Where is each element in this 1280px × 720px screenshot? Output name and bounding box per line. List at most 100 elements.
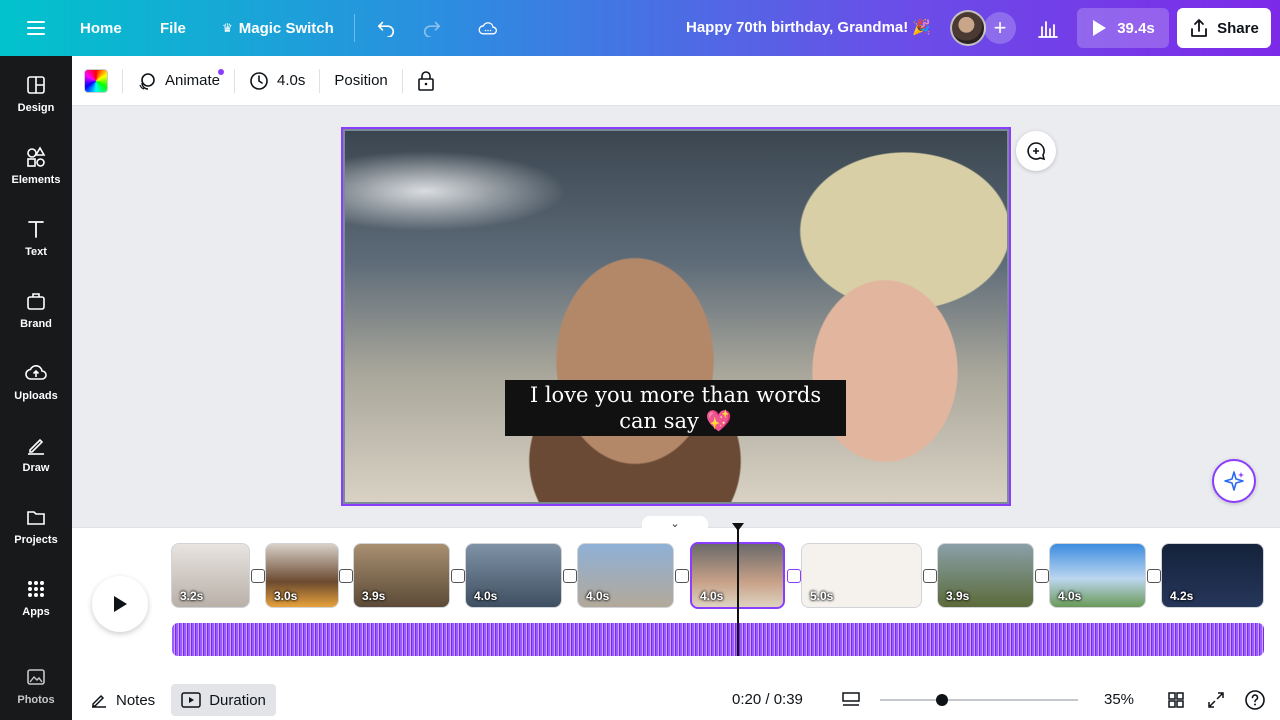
home-button[interactable]: Home xyxy=(70,8,132,48)
avatar[interactable] xyxy=(950,10,986,46)
timeline-clip[interactable]: 3.9s xyxy=(937,543,1034,608)
timeline-clip[interactable]: 4.2s xyxy=(1161,543,1264,608)
transition-button[interactable] xyxy=(675,569,689,583)
magic-switch-label: Magic Switch xyxy=(238,19,334,37)
color-swatch xyxy=(84,68,108,93)
notes-button[interactable]: Notes xyxy=(80,684,165,716)
timing-label: 4.0s xyxy=(277,72,306,89)
text-icon xyxy=(28,221,44,238)
collapse-timeline-button[interactable]: ⌄ xyxy=(642,516,708,530)
left-sidebar: Design Elements Text Brand Uploads Draw … xyxy=(0,56,72,720)
bar-chart-icon xyxy=(1038,21,1058,38)
transition-button[interactable] xyxy=(339,569,353,583)
playback-time: 0:20 / 0:39 xyxy=(732,691,803,708)
design-page[interactable] xyxy=(341,127,1011,506)
play-preview-button[interactable]: 39.4s xyxy=(1077,8,1169,48)
cloud-icon xyxy=(478,22,497,35)
help-button[interactable] xyxy=(1243,688,1267,712)
cloud-upload-icon xyxy=(25,365,47,380)
menu-button[interactable] xyxy=(16,8,56,48)
sidebar-item-apps[interactable]: Apps xyxy=(0,564,72,632)
position-button[interactable]: Position xyxy=(324,63,397,99)
clip-duration: 3.9s xyxy=(946,589,970,603)
transition-button[interactable] xyxy=(923,569,937,583)
timeline-clip[interactable]: 4.0s xyxy=(465,543,562,608)
sidebar-item-design[interactable]: Design xyxy=(0,60,72,128)
zoom-slider-handle[interactable] xyxy=(936,694,948,706)
clock-icon xyxy=(250,71,268,90)
playhead-handle[interactable] xyxy=(731,522,745,532)
comment-plus-icon xyxy=(1027,142,1046,161)
timeline-clip[interactable]: 3.9s xyxy=(353,543,450,608)
clip-duration: 3.2s xyxy=(180,589,204,603)
transition-button[interactable] xyxy=(451,569,465,583)
divider xyxy=(234,68,236,93)
transition-button[interactable] xyxy=(251,569,265,583)
clip-duration: 4.2s xyxy=(1170,589,1194,603)
help-icon xyxy=(1245,690,1265,710)
design-title[interactable]: Happy 70th birthday, Grandma! 🎉 xyxy=(686,18,931,36)
magic-switch-button[interactable]: ♛ Magic Switch xyxy=(212,8,344,48)
redo-button[interactable] xyxy=(412,8,452,48)
timeline-clip[interactable]: 3.0s xyxy=(265,543,339,608)
undo-icon xyxy=(377,21,395,37)
insights-button[interactable] xyxy=(1028,8,1068,48)
transition-button[interactable] xyxy=(563,569,577,583)
undo-button[interactable] xyxy=(366,8,406,48)
sidebar-item-draw[interactable]: Draw xyxy=(0,420,72,488)
sidebar-item-uploads[interactable]: Uploads xyxy=(0,348,72,416)
expand-icon xyxy=(1208,692,1224,708)
animate-button[interactable]: Animate xyxy=(127,63,230,99)
timeline-play-button[interactable] xyxy=(92,576,148,632)
lock-icon xyxy=(417,70,434,91)
file-menu-button[interactable]: File xyxy=(150,8,196,48)
sidebar-item-label: Elements xyxy=(11,174,61,186)
play-icon xyxy=(1093,20,1107,36)
context-toolbar: Animate 4.0s Position xyxy=(72,56,1280,106)
transition-button[interactable] xyxy=(787,569,801,583)
new-indicator-dot xyxy=(218,68,225,75)
fullscreen-button[interactable] xyxy=(1204,688,1228,712)
add-collaborator-button[interactable]: + xyxy=(984,12,1016,44)
cloud-save-button[interactable] xyxy=(468,8,508,48)
redo-icon xyxy=(423,21,441,37)
transition-button[interactable] xyxy=(1035,569,1049,583)
zoom-level[interactable]: 35% xyxy=(1104,691,1134,708)
sidebar-item-label: Projects xyxy=(14,534,58,546)
zoom-slider[interactable] xyxy=(880,699,1078,701)
sidebar-item-brand[interactable]: Brand xyxy=(0,276,72,344)
animate-label: Animate xyxy=(165,72,221,89)
magic-assistant-button[interactable] xyxy=(1212,459,1256,503)
audio-track[interactable] xyxy=(172,623,1264,656)
share-button[interactable]: Share xyxy=(1177,8,1271,48)
share-icon xyxy=(1191,19,1208,37)
caption-text[interactable]: I love you more than words can say 💖 xyxy=(505,380,846,436)
sidebar-item-elements[interactable]: Elements xyxy=(0,132,72,200)
timeline-clip[interactable]: 3.2s xyxy=(171,543,250,608)
sidebar-item-projects[interactable]: Projects xyxy=(0,492,72,560)
view-mode-button[interactable] xyxy=(839,688,863,712)
sidebar-item-label: Design xyxy=(17,102,55,114)
playhead[interactable] xyxy=(737,524,739,656)
transition-button[interactable] xyxy=(1147,569,1161,583)
sidebar-item-label: Apps xyxy=(22,606,50,618)
sidebar-item-photos[interactable]: Photos xyxy=(0,652,72,720)
lock-button[interactable] xyxy=(407,63,445,99)
sidebar-item-label: Photos xyxy=(17,694,55,706)
notes-icon xyxy=(92,694,106,708)
sidebar-item-text[interactable]: Text xyxy=(0,204,72,272)
layout-icon xyxy=(27,76,45,94)
timeline-clip[interactable]: 4.0s xyxy=(577,543,674,608)
bottom-bar: Notes Duration xyxy=(72,684,1280,716)
timing-button[interactable]: 4.0s xyxy=(239,63,315,99)
background-photo[interactable] xyxy=(345,131,1007,502)
timeline-clip[interactable]: 4.0s xyxy=(1049,543,1146,608)
timeline-clip[interactable]: 5.0s xyxy=(801,543,922,608)
color-picker-button[interactable] xyxy=(74,63,118,99)
duration-button[interactable]: Duration xyxy=(171,684,276,716)
clip-duration: 3.0s xyxy=(274,589,298,603)
grid-view-button[interactable] xyxy=(1164,688,1188,712)
clip-duration: 4.0s xyxy=(474,589,498,603)
clip-duration: 3.9s xyxy=(362,589,386,603)
add-comment-button[interactable] xyxy=(1016,131,1056,171)
